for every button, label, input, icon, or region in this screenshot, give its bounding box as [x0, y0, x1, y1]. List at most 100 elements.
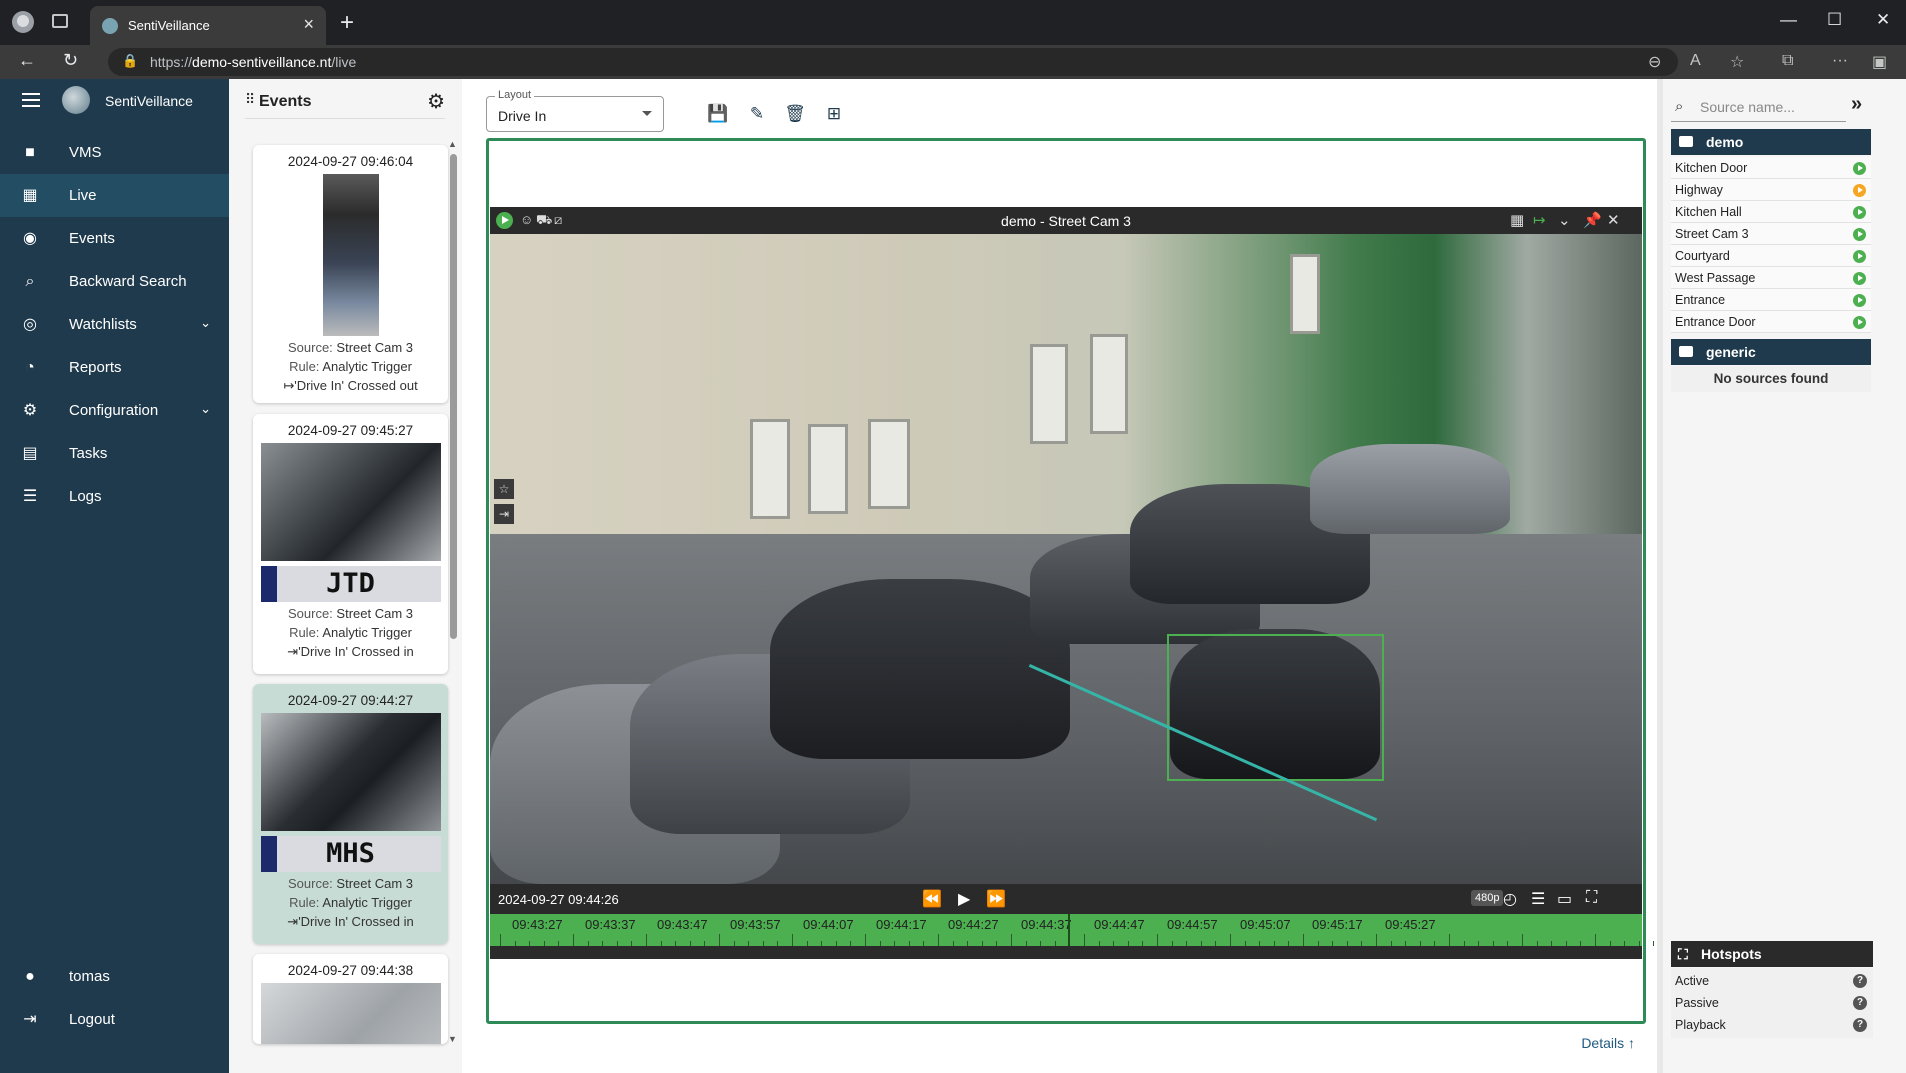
- camera-title: demo - Street Cam 3: [1001, 213, 1131, 229]
- sidebar-item-label: Logs: [69, 488, 102, 505]
- details-toggle[interactable]: Details ↑: [1581, 1035, 1635, 1051]
- profile-icon[interactable]: [12, 11, 34, 33]
- timeline-tick: [733, 941, 735, 946]
- source-search[interactable]: ⌕ Source name...: [1671, 94, 1846, 122]
- source-item[interactable]: Entrance Door: [1671, 311, 1871, 333]
- more-icon[interactable]: ···: [1832, 52, 1848, 70]
- quality-badge[interactable]: 480p: [1471, 890, 1504, 906]
- zoom-icon[interactable]: ⊖: [1648, 52, 1661, 72]
- event-card-selected[interactable]: 2024-09-27 09:44:27 MHS Source: Street C…: [253, 684, 448, 944]
- event-rule: Rule: Analytic Trigger: [289, 625, 412, 640]
- timeline[interactable]: 09:43:27 09:43:37 09:43:47 09:43:57 09:4…: [490, 914, 1655, 946]
- fullscreen-icon[interactable]: ⛶: [1586, 889, 1597, 907]
- event-card[interactable]: 2024-09-27 09:44:38: [253, 954, 448, 1044]
- source-group-demo[interactable]: demo: [1671, 129, 1871, 155]
- source-group-generic[interactable]: generic: [1671, 339, 1871, 365]
- gear-icon: ⚙: [22, 402, 38, 419]
- close-icon[interactable]: ✕: [1607, 211, 1620, 229]
- menu-icon[interactable]: [22, 93, 40, 107]
- rewind-icon[interactable]: ⏪: [922, 889, 942, 909]
- timeline-tick: [1098, 941, 1100, 946]
- close-window-icon[interactable]: ✕: [1876, 10, 1890, 30]
- jump-to-icon[interactable]: ⇥: [494, 504, 514, 524]
- play-icon[interactable]: ▶: [958, 889, 970, 909]
- camera-tile[interactable]: ☺ ⛟ ⧄ demo - Street Cam 3 ▦ ↦ ⌄ 📌 ✕ ☆ ⇥ …: [490, 207, 1655, 959]
- timeline-tick: [1580, 941, 1582, 946]
- sidebar-toggle-icon[interactable]: ▣: [1872, 52, 1887, 72]
- timeline-tick: [1084, 934, 1085, 946]
- extensions-icon[interactable]: ⧉: [1782, 52, 1793, 70]
- source-item[interactable]: Kitchen Hall: [1671, 201, 1871, 223]
- timeline-tick: [835, 941, 837, 946]
- event-action: ⇥'Drive In' Crossed in: [287, 644, 414, 659]
- speed-icon[interactable]: ◴: [1503, 889, 1517, 909]
- user-menu[interactable]: ● tomas: [0, 955, 229, 998]
- scroll-down-icon[interactable]: ▼: [448, 1034, 457, 1044]
- edit-icon[interactable]: ✎: [745, 102, 769, 126]
- crossing-icon[interactable]: ↦: [1533, 211, 1546, 229]
- source-item[interactable]: Highway: [1671, 179, 1871, 201]
- url-field[interactable]: 🔒 https://demo-sentiveillance.nt/live: [108, 48, 1678, 76]
- minimize-icon[interactable]: —: [1780, 10, 1797, 30]
- add-layout-icon[interactable]: ⊞: [822, 102, 846, 126]
- timeline-tick: [1449, 934, 1450, 946]
- scene-car: [1310, 444, 1510, 534]
- scroll-up-icon[interactable]: ▲: [448, 139, 457, 149]
- source-item[interactable]: Courtyard: [1671, 245, 1871, 267]
- source-item[interactable]: Kitchen Door: [1671, 157, 1871, 179]
- layout-select[interactable]: Layout Drive In: [486, 89, 664, 132]
- source-item[interactable]: Street Cam 3: [1671, 223, 1871, 245]
- gear-icon[interactable]: ⚙: [427, 89, 445, 114]
- camera-video[interactable]: ☆ ⇥: [490, 234, 1642, 884]
- favorite-star-icon[interactable]: ☆: [494, 479, 514, 499]
- event-time: 2024-09-27 09:45:27: [287, 423, 414, 438]
- timeline-list-icon[interactable]: ☰: [1531, 889, 1545, 909]
- read-aloud-icon[interactable]: A: [1690, 52, 1701, 70]
- scene-window: [868, 419, 910, 509]
- timeline-tick: [1259, 941, 1261, 946]
- timeline-tick: [1288, 941, 1290, 946]
- sidebar-item-reports[interactable]: ◔ Reports: [0, 346, 229, 389]
- play-status-icon: [1853, 162, 1866, 175]
- collapse-icon[interactable]: ⌄: [1558, 211, 1571, 229]
- sidebar-item-watchlists[interactable]: ◎ Watchlists ⌄: [0, 303, 229, 346]
- sidebar-item-tasks[interactable]: ▤ Tasks: [0, 432, 229, 475]
- event-source: Source: Street Cam 3: [287, 606, 414, 621]
- video-camera-icon: [1679, 346, 1693, 357]
- save-icon[interactable]: 💾: [706, 102, 730, 126]
- timeline-tick: [1609, 941, 1611, 946]
- drag-handle-icon[interactable]: ⠿: [245, 91, 255, 108]
- timeline-tick: [1405, 941, 1407, 946]
- picture-in-picture-icon[interactable]: ▭: [1557, 889, 1572, 909]
- timeline-cursor[interactable]: [1068, 914, 1070, 946]
- grid-view-icon[interactable]: ▦: [1510, 211, 1524, 229]
- sidebar-item-vms[interactable]: ■ VMS: [0, 131, 229, 174]
- new-tab-icon[interactable]: +: [340, 9, 354, 37]
- back-icon[interactable]: ←: [18, 50, 36, 71]
- source-item[interactable]: West Passage: [1671, 267, 1871, 289]
- events-scrollbar[interactable]: ▲ ▼: [448, 139, 458, 1044]
- logout-button[interactable]: ⇥ Logout: [0, 998, 229, 1041]
- event-card[interactable]: 2024-09-27 09:46:04 Source: Street Cam 3…: [253, 145, 448, 403]
- sidebar-item-backward-search[interactable]: ⌕ Backward Search: [0, 260, 229, 303]
- maximize-icon[interactable]: ☐: [1827, 10, 1842, 30]
- reload-icon[interactable]: ↻: [63, 50, 78, 71]
- event-card[interactable]: 2024-09-27 09:45:27 JTD Source: Street C…: [253, 414, 448, 674]
- browser-tab[interactable]: SentiVeillance ×: [90, 6, 326, 45]
- fast-forward-icon[interactable]: ⏩: [986, 889, 1006, 909]
- sidebar-item-events[interactable]: ◉ Events: [0, 217, 229, 260]
- close-tab-icon[interactable]: ×: [303, 14, 314, 35]
- hotspot-item[interactable]: Playback?: [1671, 1012, 1873, 1038]
- source-item[interactable]: Entrance: [1671, 289, 1871, 311]
- event-source: Source: Street Cam 3: [287, 340, 414, 355]
- expand-panel-icon[interactable]: »: [1851, 93, 1862, 116]
- sidebar-item-configuration[interactable]: ⚙ Configuration ⌄: [0, 389, 229, 432]
- layout-grid: ☺ ⛟ ⧄ demo - Street Cam 3 ▦ ↦ ⌄ 📌 ✕ ☆ ⇥ …: [486, 138, 1655, 1024]
- pin-icon[interactable]: 📌: [1583, 211, 1602, 229]
- workspaces-icon[interactable]: [52, 14, 68, 28]
- sidebar-item-logs[interactable]: ☰ Logs: [0, 475, 229, 518]
- favorite-star-icon[interactable]: ☆: [1730, 52, 1744, 72]
- delete-icon[interactable]: 🗑: [783, 102, 807, 126]
- scrollbar-thumb[interactable]: [450, 154, 457, 639]
- sidebar-item-live[interactable]: ▦ Live: [0, 174, 229, 217]
